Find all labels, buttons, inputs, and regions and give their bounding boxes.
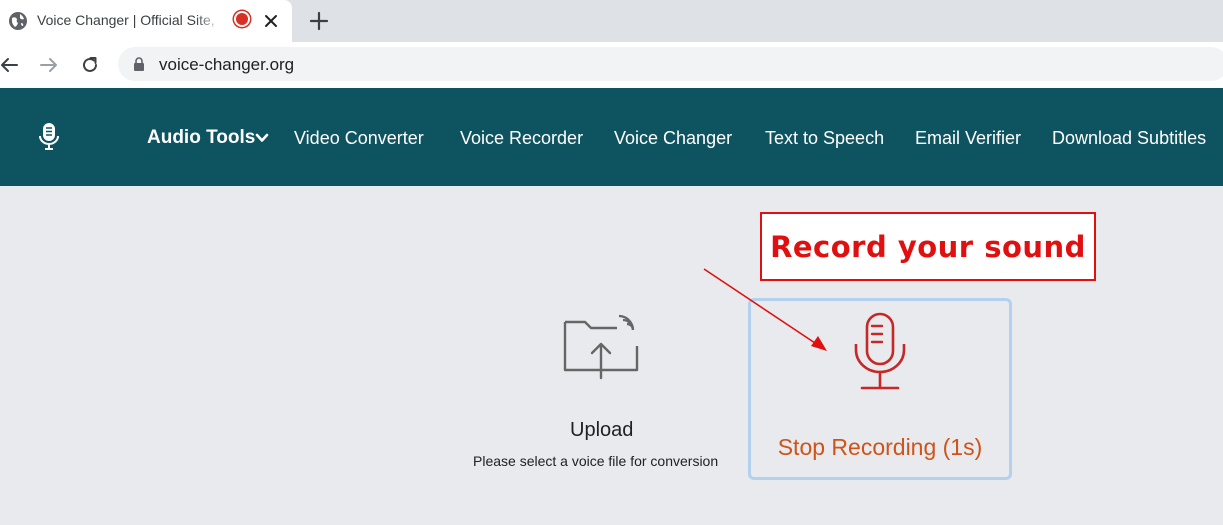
reload-icon[interactable] [79, 54, 101, 76]
back-arrow-icon[interactable] [0, 54, 20, 76]
annotation-arrow [703, 268, 827, 351]
new-tab-icon[interactable] [308, 10, 330, 32]
upload-subtitle: Please select a voice file for conversio… [473, 453, 719, 469]
address-bar[interactable]: voice-changer.org [118, 47, 1223, 81]
microphone-icon[interactable] [38, 122, 60, 152]
nav-voice-recorder[interactable]: Voice Recorder [460, 128, 583, 149]
nav-audio-tools[interactable]: Audio Tools [147, 127, 255, 149]
upload-title[interactable]: Upload [570, 419, 633, 442]
browser-tab[interactable]: Voice Changer | Official Site, [0, 0, 292, 42]
nav-email-verifier[interactable]: Email Verifier [915, 128, 1021, 149]
site-navbar: Audio Tools Video Converter Voice Record… [0, 88, 1223, 186]
recording-dot-icon [236, 13, 248, 25]
tab-title: Voice Changer | Official Site, [37, 12, 215, 28]
browser-tabstrip: Voice Changer | Official Site, [0, 0, 1223, 42]
close-icon[interactable] [262, 12, 280, 30]
lock-icon[interactable] [132, 57, 146, 71]
url-text: voice-changer.org [159, 55, 295, 74]
stop-recording-label[interactable]: Stop Recording (1s) [748, 434, 1012, 461]
annotation-text: Record your sound [770, 230, 1086, 264]
chevron-down-icon[interactable] [255, 132, 269, 144]
browser-toolbar: voice-changer.org [0, 42, 1223, 88]
nav-voice-changer[interactable]: Voice Changer [614, 128, 732, 149]
nav-text-to-speech[interactable]: Text to Speech [765, 128, 884, 149]
forward-arrow-icon[interactable] [38, 54, 60, 76]
microphone-icon[interactable] [852, 312, 908, 394]
nav-video-converter[interactable]: Video Converter [294, 128, 424, 149]
folder-upload-icon[interactable] [561, 312, 643, 382]
nav-download-subtitles[interactable]: Download Subtitles [1052, 128, 1206, 149]
globe-icon [9, 12, 27, 30]
